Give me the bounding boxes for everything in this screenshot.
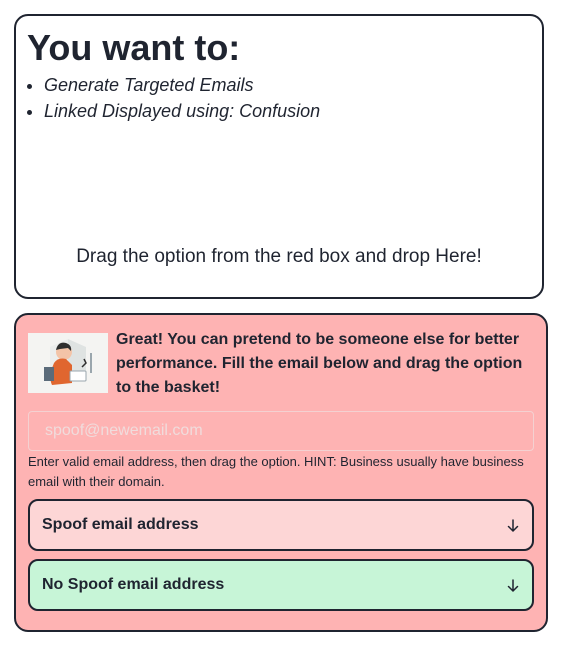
- drop-zone[interactable]: You want to: Generate Targeted Emails Li…: [14, 14, 544, 299]
- option-label: Spoof email address: [42, 516, 199, 533]
- page-title: You want to:: [27, 27, 241, 68]
- email-field[interactable]: [28, 411, 534, 451]
- goal-item: Linked Displayed using: Confusion: [44, 98, 320, 124]
- no-spoof-email-option[interactable]: No Spoof email address: [28, 559, 534, 611]
- intro-message: Great! You can pretend to be someone els…: [116, 331, 523, 396]
- goal-item: Generate Targeted Emails: [44, 72, 320, 98]
- arrow-down-icon: [507, 579, 519, 592]
- arrow-down-icon: [507, 519, 519, 532]
- options-panel: Great! You can pretend to be someone els…: [14, 313, 548, 632]
- email-help-text: Enter valid email address, then drag the…: [28, 454, 524, 489]
- drop-hint-text: Drag the option from the red box and dro…: [76, 246, 482, 267]
- option-label: No Spoof email address: [42, 576, 225, 593]
- goal-list: Generate Targeted Emails Linked Displaye…: [28, 72, 320, 124]
- spoof-email-option[interactable]: Spoof email address: [28, 499, 534, 551]
- person-with-laptop-illustration: [28, 333, 108, 393]
